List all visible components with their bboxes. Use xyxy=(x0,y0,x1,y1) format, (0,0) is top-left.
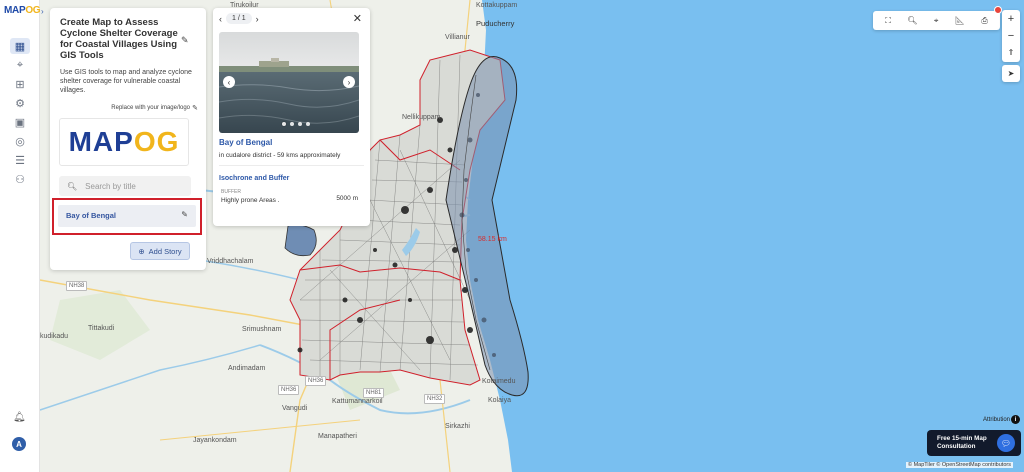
search-icon: 🔍︎ xyxy=(67,181,78,191)
info-icon[interactable]: i xyxy=(1011,415,1020,424)
replace-logo-link[interactable]: Replace with your image/logo xyxy=(111,105,190,111)
consultation-text: Free 15-min Map Consultation xyxy=(937,435,987,450)
location-icon[interactable]: ⌖ xyxy=(934,16,939,26)
add-story-button[interactable]: ⊕ Add Story xyxy=(130,242,190,260)
place-label: Vriddhachalam xyxy=(207,258,254,265)
edit-story-icon[interactable]: ✎ xyxy=(181,210,188,219)
carousel-dots[interactable] xyxy=(282,122,310,126)
story-item-label: Bay of Bengal xyxy=(66,211,117,220)
road-sign: NH38 xyxy=(66,281,88,291)
compass-icon[interactable]: ⇑ xyxy=(1002,44,1020,61)
place-label: kudikadu xyxy=(40,333,69,340)
popup-title: Bay of Bengal xyxy=(219,138,273,147)
popup-pager: ‹ 1 / 1 › xyxy=(219,13,259,24)
place-label: Srimushnam xyxy=(242,326,282,333)
edit-logo-icon[interactable]: ✎ xyxy=(192,104,198,112)
road-sign: NH81 xyxy=(363,388,385,398)
place-label: Villianur xyxy=(445,34,470,41)
story-panel: Create Map to Assess Cyclone Shelter Cov… xyxy=(50,8,206,270)
place-label: Kottakuppam xyxy=(476,2,518,9)
place-label: Kolaiya xyxy=(488,397,511,404)
left-rail: MAPOG ▦ ⌖ ⊞ ⚙ ▣ ◎ ☰ ⚇ 🔔︎ A xyxy=(0,0,41,472)
place-label: Andimadam xyxy=(228,365,266,372)
prev-page-icon[interactable]: ‹ xyxy=(219,14,222,24)
field-header: BUFFER xyxy=(221,189,241,195)
place-label: Nellikuppam xyxy=(402,114,441,121)
app-root: Tirukoilur Puducherry Kottakuppam Villia… xyxy=(0,0,1024,472)
consultation-banner[interactable]: Free 15-min Map Consultation 💬︎ xyxy=(927,430,1021,456)
search-input[interactable] xyxy=(85,181,186,191)
zoom-to-extent-icon[interactable]: ⛶ xyxy=(885,16,891,26)
story-search: 🔍︎ xyxy=(59,176,191,196)
team-icon[interactable]: ⚇ xyxy=(10,171,30,187)
story-item[interactable]: Bay of Bengal ✎ xyxy=(58,205,196,227)
divider xyxy=(219,165,364,166)
location-pin-icon[interactable]: ⌖ xyxy=(10,57,30,73)
edit-title-icon[interactable]: ✎ xyxy=(181,35,189,46)
map-toolbar: ⛶ 🔍︎ ⌖ 📐︎ ⎙ xyxy=(873,11,1000,30)
story-item-highlight: Bay of Bengal ✎ xyxy=(52,198,202,235)
road-sign: NH32 xyxy=(424,394,446,404)
place-label: Kotaimedu xyxy=(482,378,516,385)
map-layers-icon[interactable]: ▦ xyxy=(10,38,30,54)
attribution-label: Attribution xyxy=(983,417,1011,423)
field-key: Highly prone Areas . xyxy=(221,197,280,204)
page-indicator: 1 / 1 xyxy=(226,13,252,24)
place-label: Kattumannarkoil xyxy=(332,398,383,405)
carousel-prev-icon[interactable]: ‹ xyxy=(223,76,235,88)
popup-description: in cudalore district - 59 kms approximat… xyxy=(219,152,341,159)
road-sign: NH36 xyxy=(305,376,327,386)
pin-icon: ⊕ xyxy=(138,246,145,256)
notification-dot xyxy=(994,6,1002,14)
zoom-control: + − ⇑ xyxy=(1002,10,1020,62)
print-icon[interactable]: ⎙ xyxy=(981,16,987,26)
settings-icon[interactable]: ⚙ xyxy=(10,95,30,111)
avatar[interactable]: A xyxy=(12,437,26,451)
place-label: Sirkazhi xyxy=(445,423,470,430)
analysis-icon[interactable]: ◎ xyxy=(10,133,30,149)
story-title: Create Map to Assess Cyclone Shelter Cov… xyxy=(60,17,178,61)
next-page-icon[interactable]: › xyxy=(256,14,259,24)
place-label: Jayankondam xyxy=(193,437,237,444)
field-value: 5000 m xyxy=(336,195,358,202)
add-data-icon[interactable]: ⊞ xyxy=(10,76,30,92)
story-description: Use GIS tools to map and analyze cyclone… xyxy=(60,69,192,94)
expand-panel-icon[interactable]: › xyxy=(41,7,49,19)
map-credits: © MapTiler © OpenStreetMap contributors xyxy=(906,462,1013,468)
close-icon[interactable]: ✕ xyxy=(353,12,362,25)
place-label: Vangudi xyxy=(282,405,308,412)
image-gallery-icon[interactable]: ▣ xyxy=(10,114,30,130)
story-photo: ‹ › xyxy=(219,32,359,133)
document-icon[interactable]: ☰ xyxy=(10,152,30,168)
place-label: Manapatheri xyxy=(318,433,357,440)
distance-label: 58.15 km xyxy=(478,236,507,243)
place-label: Puducherry xyxy=(476,19,515,28)
story-logo: MAPOG xyxy=(59,118,189,166)
zoom-in-button[interactable]: + xyxy=(1002,10,1020,27)
chat-icon[interactable]: 💬︎ xyxy=(997,434,1015,452)
layer-name: Isochrone and Buffer xyxy=(219,175,290,182)
carousel-next-icon[interactable]: › xyxy=(343,76,355,88)
place-label: Tittakudi xyxy=(88,325,115,332)
feature-popup: ‹ 1 / 1 › ✕ ‹ › Bay of Bengal in cudalor… xyxy=(213,8,370,226)
locate-me-button[interactable]: ➤ xyxy=(1002,65,1020,82)
zoom-out-button[interactable]: − xyxy=(1002,27,1020,44)
search-icon[interactable]: 🔍︎ xyxy=(907,16,917,25)
measure-icon[interactable]: 📐︎ xyxy=(955,16,965,25)
app-logo[interactable]: MAPOG xyxy=(4,5,41,16)
notification-bell-icon[interactable]: 🔔︎ xyxy=(13,412,26,423)
road-sign: NH36 xyxy=(278,385,300,395)
